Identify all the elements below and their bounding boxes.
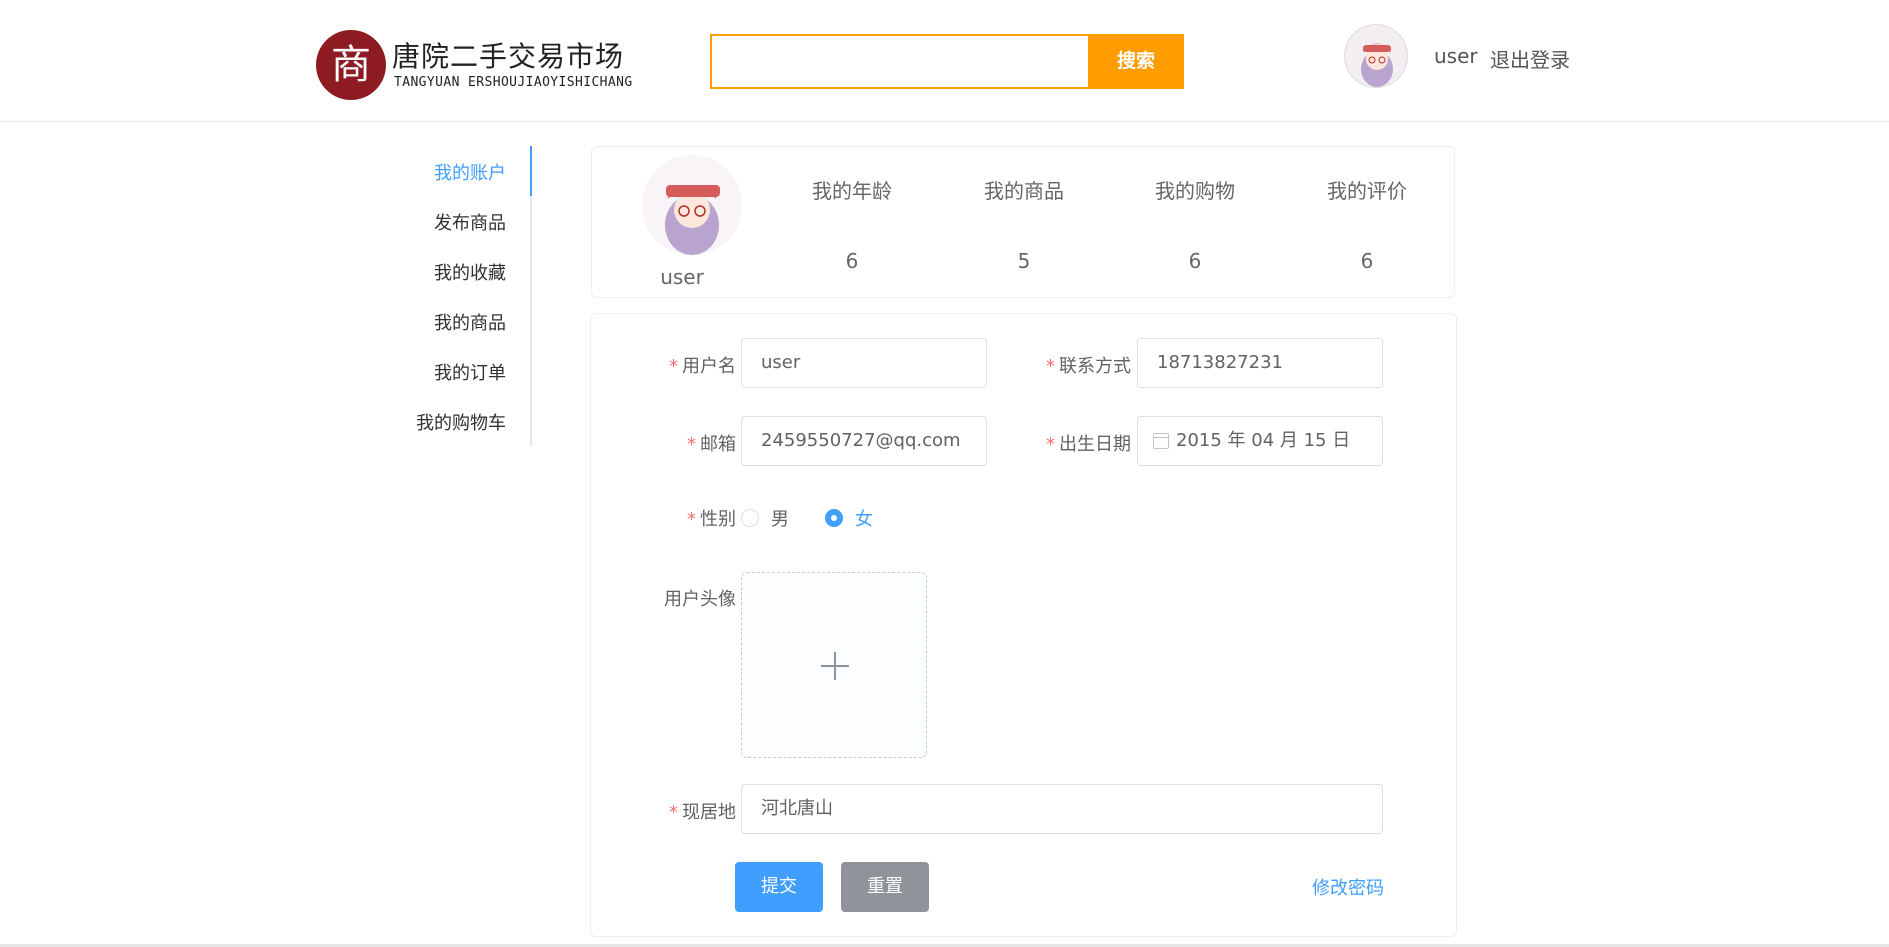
sidebar-item-cart[interactable]: 我的购物车 (416, 409, 506, 435)
stat-goods-label: 我的商品 (984, 179, 1064, 203)
change-password-link[interactable]: 修改密码 (1312, 874, 1384, 900)
birthdate-label: * 出生日期 (1046, 434, 1131, 455)
username-input[interactable]: user (741, 338, 987, 388)
profile-username: user (660, 265, 704, 289)
email-input[interactable]: 2459550727@qq.com (741, 416, 987, 466)
stat-shopping-label: 我的购物 (1155, 179, 1235, 203)
logo-title-en: TANGYUAN ERSHOUJIAOYISHICHANG (394, 75, 633, 90)
stat-goods-value: 5 (1017, 249, 1031, 273)
profile-stats-card: user 我的年龄 6 我的商品 5 我的购物 6 我的评价 6 (591, 146, 1455, 298)
plus-icon-vertical (834, 652, 836, 680)
sidebar-item-account[interactable]: 我的账户 (434, 159, 506, 185)
address-input[interactable]: 河北唐山 (741, 784, 1383, 834)
sidebar-menu: 我的账户 发布商品 我的收藏 我的商品 我的订单 我的购物车 (400, 146, 532, 446)
avatar-uploader[interactable] (741, 572, 927, 758)
sidebar-item-favorites[interactable]: 我的收藏 (434, 259, 506, 285)
search-input[interactable] (710, 34, 1088, 89)
stat-shopping: 我的购物 6 (1115, 175, 1275, 273)
search-button[interactable]: 搜索 (1088, 34, 1184, 89)
logout-link[interactable]: 退出登录 (1490, 44, 1570, 73)
gender-male-radio[interactable] (741, 509, 759, 527)
contact-input[interactable]: 18713827231 (1137, 338, 1383, 388)
avatar-illustration-icon (665, 185, 720, 255)
logo-emblem: 商 (316, 30, 386, 100)
stat-age: 我的年龄 6 (772, 175, 932, 273)
profile-form: * 用户名 user * 联系方式 18713827231 * 邮箱 24595507… (590, 313, 1457, 937)
logo-glyph: 商 (331, 42, 371, 88)
reset-button[interactable]: 重置 (841, 862, 929, 912)
stat-age-label: 我的年龄 (812, 179, 892, 203)
stat-reviews-label: 我的评价 (1327, 179, 1407, 203)
logo-title-cn: 唐院二手交易市场 (392, 40, 625, 73)
site-logo[interactable]: 商 唐院二手交易市场 TANGYUAN ERSHOUJIAOYISHICHANG (316, 29, 636, 101)
birthdate-value: 2015 年 04 月 15 日 (1176, 430, 1351, 451)
calendar-icon (1153, 433, 1169, 449)
stat-reviews: 我的评价 6 (1287, 175, 1447, 273)
email-label: * 邮箱 (687, 434, 736, 455)
avatar-label: 用户头像 (664, 589, 736, 610)
username-label: * 用户名 (669, 356, 736, 377)
avatar-illustration-icon (1361, 43, 1393, 87)
address-label: * 现居地 (669, 802, 736, 823)
gender-male-label[interactable]: 男 (771, 505, 789, 531)
sidebar-item-my-goods[interactable]: 我的商品 (434, 309, 506, 335)
birthdate-picker[interactable]: 2015 年 04 月 15 日 (1137, 416, 1383, 466)
gender-label: * 性别 (687, 509, 736, 530)
sidebar-item-orders[interactable]: 我的订单 (434, 359, 506, 385)
sidebar-item-publish[interactable]: 发布商品 (434, 209, 506, 235)
gender-female-label[interactable]: 女 (855, 505, 873, 531)
header-username[interactable]: user (1434, 44, 1478, 68)
profile-avatar (642, 155, 742, 255)
gender-female-radio[interactable] (825, 509, 843, 527)
stat-reviews-value: 6 (1360, 249, 1374, 273)
top-header: 商 唐院二手交易市场 TANGYUAN ERSHOUJIAOYISHICHANG… (0, 0, 1889, 122)
stat-goods: 我的商品 5 (944, 175, 1104, 273)
stat-age-value: 6 (845, 249, 859, 273)
submit-button[interactable]: 提交 (735, 862, 823, 912)
sidebar-active-indicator (530, 146, 532, 196)
stat-shopping-value: 6 (1188, 249, 1202, 273)
contact-label: * 联系方式 (1046, 356, 1131, 377)
header-avatar[interactable] (1344, 24, 1408, 88)
